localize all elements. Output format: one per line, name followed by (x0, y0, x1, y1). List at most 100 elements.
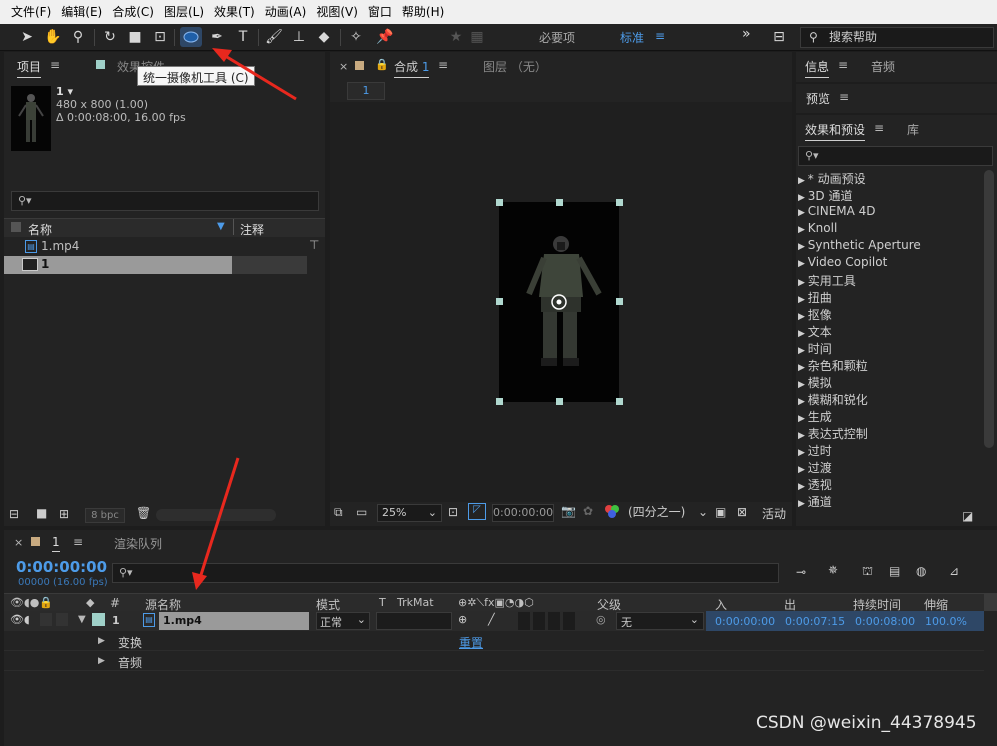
layer-stretch[interactable]: 100.0% (925, 615, 967, 628)
transparency-grid-icon[interactable]: ⊠ (737, 505, 747, 519)
sync-settings-icon[interactable]: ⊟ (768, 27, 790, 47)
text-tool-icon[interactable]: T (232, 27, 254, 47)
list-item[interactable]: ▤ 1.mp4 ⊤ (4, 238, 325, 256)
rotate-tool-icon[interactable]: ↻ (99, 27, 121, 47)
comp-mini-flowchart-icon[interactable]: ⊸ (796, 565, 806, 579)
sort-down-icon[interactable]: ▼ (217, 221, 225, 232)
eraser-tool-icon[interactable]: ◆ (313, 27, 335, 47)
workspace-menu-icon[interactable]: ≡ (655, 29, 665, 43)
tab-timeline-comp[interactable]: 1 (52, 535, 60, 552)
menu-layer[interactable]: 图层(L) (159, 0, 209, 24)
viewer-timecode[interactable]: 0:00:00:00 (492, 504, 554, 522)
layer-name[interactable]: 1.mp4 (159, 612, 309, 630)
menu-composition[interactable]: 合成(C) (107, 0, 159, 24)
tab-preview[interactable]: 预览 (806, 90, 830, 107)
menu-edit[interactable]: 编辑(E) (56, 0, 107, 24)
property-row[interactable] (4, 652, 984, 671)
lock-icon[interactable]: 🔒 (375, 58, 389, 71)
column-t[interactable]: T (379, 596, 386, 609)
effect-category-item[interactable]: ▶ 扭曲 (798, 289, 832, 306)
effect-category-item[interactable]: ▶ 表达式控制 (798, 425, 868, 442)
current-time[interactable]: 0:00:00:00 (16, 558, 107, 576)
preview-menu-icon[interactable]: ≡ (839, 90, 849, 104)
transform-handle[interactable] (496, 398, 503, 405)
zoom-tool-icon[interactable]: ⚲ (67, 27, 89, 47)
graph-editor-icon[interactable]: ⊿ (949, 564, 959, 578)
workspace-standard[interactable]: 标准 (620, 29, 644, 46)
monitor-icon[interactable]: ▭ (356, 505, 367, 519)
bit-depth-button[interactable]: 8 bpc (85, 508, 125, 523)
transform-handle[interactable] (496, 298, 503, 305)
mask-visibility-icon[interactable]: ◸ (468, 503, 486, 520)
layer-in[interactable]: 0:00:00:00 (715, 615, 775, 628)
effect-category-item[interactable]: ▶ 杂色和颗粒 (798, 357, 868, 374)
layer-switches[interactable] (518, 612, 576, 630)
always-preview-icon[interactable]: ⧉ (334, 505, 343, 520)
menu-help[interactable]: 帮助(H) (397, 0, 449, 24)
effect-category-item[interactable]: ▶ Synthetic Aperture (798, 238, 921, 252)
trkmat-select[interactable] (376, 612, 452, 630)
tab-layer[interactable]: 图层 （无） (483, 58, 547, 75)
hand-tool-icon[interactable]: ✋ (42, 27, 64, 47)
expand-layer-icon[interactable]: ▼ (78, 614, 86, 625)
transform-handle[interactable] (556, 398, 563, 405)
layer-duration[interactable]: 0:00:08:00 (855, 615, 915, 628)
composition-menu-icon[interactable]: ≡ (438, 58, 448, 72)
menu-window[interactable]: 窗口 (363, 0, 397, 24)
menu-file[interactable]: 文件(F) (6, 0, 56, 24)
effect-category-item[interactable]: ▶ 通道 (798, 493, 832, 510)
menu-animation[interactable]: 动画(A) (260, 0, 312, 24)
transform-handle[interactable] (616, 199, 623, 206)
effect-category-item[interactable]: ▶ 实用工具 (798, 272, 856, 289)
clone-stamp-tool-icon[interactable]: ⊥ (288, 27, 310, 47)
tab-project[interactable]: 项目 (17, 58, 42, 78)
tab-project-menu-icon[interactable]: ≡ (50, 58, 60, 72)
shy-layers-icon[interactable]: ⛫ (862, 564, 873, 580)
transform-handle[interactable] (496, 199, 503, 206)
timeline-navigator-handle[interactable] (984, 593, 997, 611)
region-of-interest-icon[interactable]: ▣ (715, 505, 726, 519)
effects-scrollbar[interactable] (984, 170, 994, 448)
tab-render-queue[interactable]: 渲染队列 (114, 535, 162, 552)
comp-viewer-frame[interactable] (499, 202, 619, 402)
lock-switch[interactable] (56, 613, 68, 626)
puppet-pin-tool-icon[interactable]: 📌 (374, 27, 396, 47)
effect-category-item[interactable]: ▶ 过时 (798, 442, 832, 459)
menu-effect[interactable]: 效果(T) (209, 0, 260, 24)
effect-category-item[interactable]: ▶ 3D 通道 (798, 187, 853, 204)
snapshot-icon[interactable]: 📷 (561, 504, 576, 518)
comp-name[interactable]: 1 ▾ (56, 85, 73, 98)
resolution-select[interactable]: (四分之一) ⌄ (628, 504, 708, 522)
solo-switch[interactable] (40, 613, 52, 626)
show-snapshot-icon[interactable]: ✿ (583, 504, 593, 518)
parent-pickwhip-icon[interactable]: ◎ (596, 613, 606, 626)
brush-tool-icon[interactable]: 🖌 (263, 27, 285, 47)
column-trkmat[interactable]: TrkMat (397, 596, 434, 609)
effect-category-item[interactable]: ▶ Knoll (798, 221, 837, 235)
tab-info[interactable]: 信息 (805, 58, 830, 78)
close-tab-icon[interactable]: × (339, 60, 348, 73)
motion-blur-icon[interactable]: ◍ (916, 564, 926, 578)
frame-blending-icon[interactable]: ▤ (889, 564, 900, 578)
new-comp-icon[interactable]: ⊞ (59, 507, 69, 521)
workspace-overflow[interactable]: » (742, 26, 751, 42)
draft-3d-icon[interactable]: ✵ (828, 563, 838, 577)
active-camera-select[interactable]: 活动 (762, 505, 786, 522)
camera-tool-icon[interactable]: ■ (124, 27, 146, 47)
workspace-essentials[interactable]: 必要项 (539, 29, 575, 46)
column-comment[interactable]: 注释 (240, 221, 264, 238)
menu-view[interactable]: 视图(V) (311, 0, 363, 24)
effect-category-item[interactable]: ▶ CINEMA 4D (798, 204, 876, 218)
effect-category-item[interactable]: ▶ 时间 (798, 340, 832, 357)
project-search-input[interactable]: ⚲▾ (11, 191, 319, 211)
effects-menu-icon[interactable]: ≡ (874, 121, 884, 135)
visibility-eye-icon[interactable]: 👁◖ (10, 613, 30, 626)
effect-category-item[interactable]: ▶ 模糊和锐化 (798, 391, 868, 408)
transform-handle[interactable] (616, 298, 623, 305)
close-tab-icon[interactable]: × (14, 536, 23, 549)
channel-icon[interactable] (604, 503, 620, 522)
property-row[interactable] (4, 632, 984, 651)
comp-navigator-chip[interactable]: 1 (347, 82, 385, 100)
flowchart-icon[interactable]: ⊤ (309, 238, 319, 252)
interpret-footage-icon[interactable]: ⊟ (9, 507, 19, 521)
